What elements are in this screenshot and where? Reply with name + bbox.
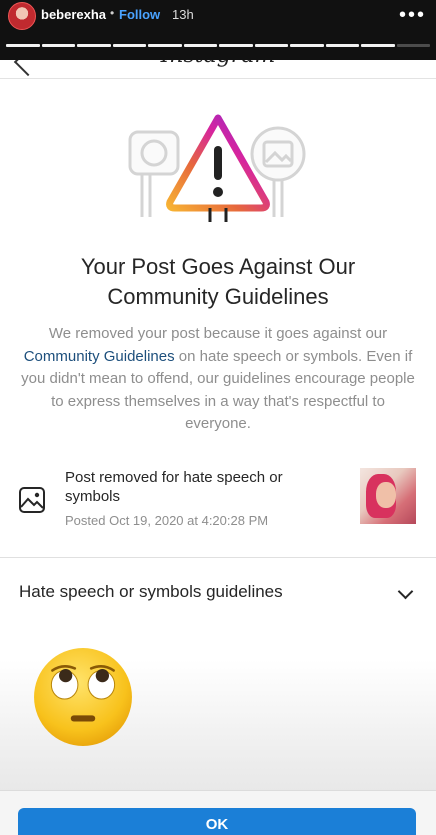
progress-segment (219, 44, 253, 47)
more-options-icon[interactable]: ••• (399, 4, 426, 27)
instagram-logo: Instagram (0, 60, 436, 68)
removed-reason: Post removed for hate speech or symbols (65, 469, 283, 505)
progress-segment (396, 44, 430, 47)
progress-segment (361, 44, 395, 47)
rolling-eyes-emoji-icon (34, 648, 132, 746)
progress-segment (254, 44, 288, 47)
separator-dot: • (110, 6, 115, 20)
violation-sheet: Instagram (0, 60, 436, 835)
progress-segment (290, 44, 324, 47)
ok-button[interactable]: OK (18, 808, 416, 835)
progress-segment (325, 44, 359, 47)
title-line-2: Community Guidelines (107, 284, 329, 309)
title-line-1: Your Post Goes Against Our (80, 254, 356, 279)
posted-timestamp: Posted Oct 19, 2020 at 4:20:28 PM (65, 513, 269, 528)
warning-triangle-icon (166, 114, 270, 222)
story-progress (6, 44, 430, 47)
username[interactable]: beberexha (41, 7, 106, 22)
page-title: Your Post Goes Against Our Community Gui… (0, 252, 436, 312)
desc-before: We removed your post because it goes aga… (48, 325, 388, 342)
progress-segment (183, 44, 217, 47)
thumbnail-face (376, 482, 396, 508)
chevron-down-icon[interactable] (397, 583, 414, 600)
community-guidelines-link[interactable]: Community Guidelines (24, 348, 175, 365)
image-icon (19, 487, 45, 513)
guidelines-accordion-label[interactable]: Hate speech or symbols guidelines (19, 582, 283, 602)
progress-segment (112, 44, 146, 47)
story-time: 13h (172, 7, 194, 22)
post-thumbnail[interactable] (360, 468, 416, 524)
progress-segment (77, 44, 111, 47)
follow-button[interactable]: Follow (119, 7, 160, 22)
progress-segment (41, 44, 75, 47)
description: We removed your post because it goes aga… (20, 323, 416, 436)
progress-segment (6, 44, 40, 47)
header-divider (0, 78, 436, 79)
section-divider (0, 557, 436, 558)
avatar[interactable] (8, 2, 36, 30)
warning-illustration (128, 114, 306, 222)
removed-post-row[interactable]: Post removed for hate speech or symbols … (0, 462, 436, 532)
story-header: beberexha • Follow 13h ••• (0, 0, 436, 60)
progress-segment (148, 44, 182, 47)
